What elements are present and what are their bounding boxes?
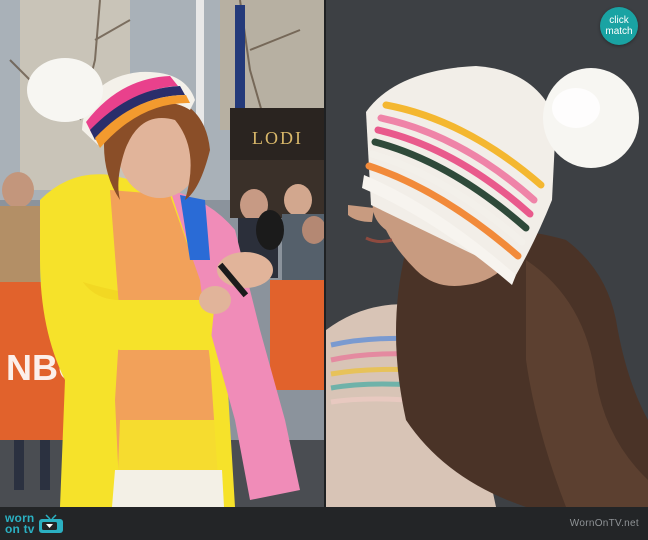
product-photo <box>326 0 648 507</box>
tv-icon <box>38 514 63 533</box>
tv-segment-illustration: LODI NBC <box>0 0 324 507</box>
tv-segment-photo: LODI NBC <box>0 0 324 507</box>
product-illustration <box>326 0 648 507</box>
logo-line-2: on tv <box>5 522 35 536</box>
badge-line-1: click <box>609 15 629 26</box>
site-watermark: WornOnTV.net <box>569 518 639 529</box>
logo-text: worn on tv <box>5 512 35 536</box>
wornontv-logo[interactable]: worn on tv <box>5 511 64 537</box>
footer-bar: worn on tv WornOnTV.net <box>0 507 648 540</box>
storefront-sign-text: LODI <box>252 128 303 148</box>
click-match-badge[interactable]: click match <box>600 7 638 45</box>
badge-line-2: match <box>605 26 633 37</box>
